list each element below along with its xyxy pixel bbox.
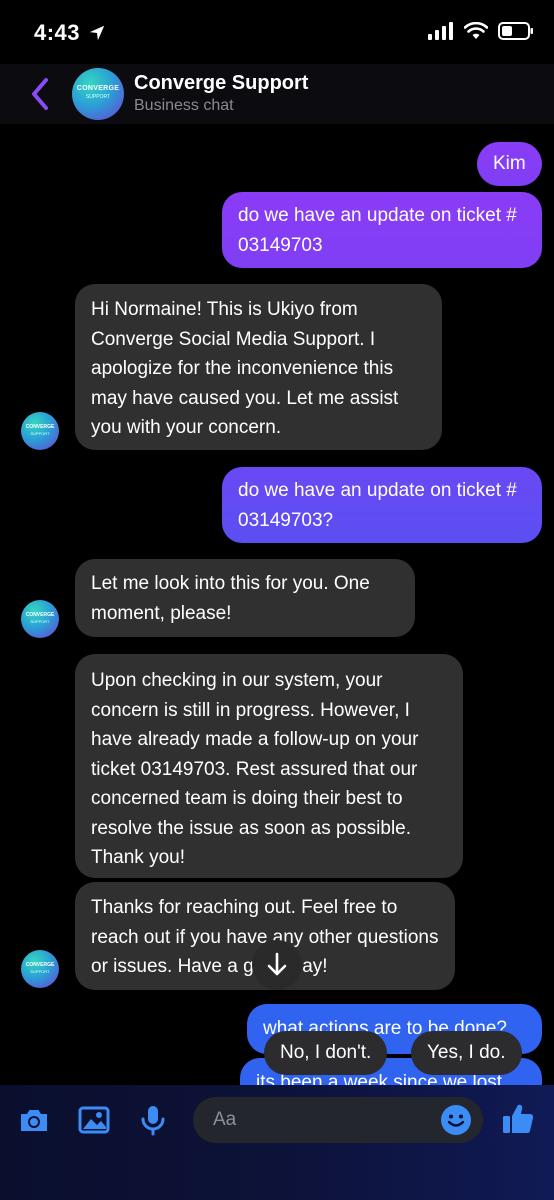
message-incoming[interactable]: Upon checking in our system, your concer… — [75, 654, 463, 878]
contact-subtitle: Business chat — [134, 97, 234, 114]
contact-avatar[interactable]: CONVERGE SUPPORT — [72, 68, 124, 120]
sender-avatar[interactable]: CONVERGE SUPPORT — [21, 950, 59, 988]
scroll-to-bottom-button[interactable] — [252, 940, 302, 990]
message-outgoing[interactable]: do we have an update on ticket # 0314970… — [222, 192, 542, 268]
avatar-logo-text: CONVERGE — [76, 85, 120, 92]
avatar-logo-sub: SUPPORT — [30, 431, 50, 436]
avatar-logo-text: CONVERGE — [25, 612, 55, 618]
message-input-placeholder: Aa — [213, 1109, 237, 1130]
avatar-logo-text: CONVERGE — [25, 962, 55, 968]
battery-icon — [498, 22, 533, 40]
sender-avatar[interactable]: CONVERGE SUPPORT — [21, 600, 59, 638]
camera-icon[interactable] — [17, 1103, 51, 1137]
quick-reply-no[interactable]: No, I don't. — [264, 1031, 388, 1075]
avatar-logo-text: CONVERGE — [25, 424, 55, 430]
back-chevron-icon[interactable] — [26, 76, 54, 112]
wifi-icon — [464, 22, 488, 39]
avatar-logo-sub: SUPPORT — [30, 969, 50, 974]
emoji-icon[interactable] — [440, 1104, 472, 1136]
message-outgoing[interactable]: do we have an update on ticket # 0314970… — [222, 467, 542, 543]
chat-header: CONVERGE SUPPORT Converge Support Busine… — [0, 64, 554, 124]
status-bar: 4:43 — [0, 0, 554, 64]
quick-reply-yes[interactable]: Yes, I do. — [411, 1031, 522, 1075]
avatar-logo-sub: SUPPORT — [85, 94, 111, 100]
message-incoming[interactable]: Let me look into this for you. One momen… — [75, 559, 415, 637]
microphone-icon[interactable] — [136, 1103, 170, 1137]
gallery-icon[interactable] — [77, 1103, 111, 1137]
avatar-logo-sub: SUPPORT — [30, 619, 50, 624]
thumbs-up-icon[interactable] — [500, 1101, 536, 1137]
message-incoming[interactable]: Hi Normaine! This is Ukiyo from Converge… — [75, 284, 442, 450]
contact-name[interactable]: Converge Support — [134, 72, 308, 95]
status-time: 4:43 — [34, 20, 81, 45]
signal-icon — [428, 22, 453, 40]
sender-avatar[interactable]: CONVERGE SUPPORT — [21, 412, 59, 450]
arrow-down-icon — [267, 952, 287, 976]
status-icons — [428, 22, 534, 40]
location-arrow-icon — [89, 25, 105, 41]
message-outgoing[interactable]: Kim — [477, 142, 542, 186]
composer-bar: Aa — [0, 1085, 554, 1200]
